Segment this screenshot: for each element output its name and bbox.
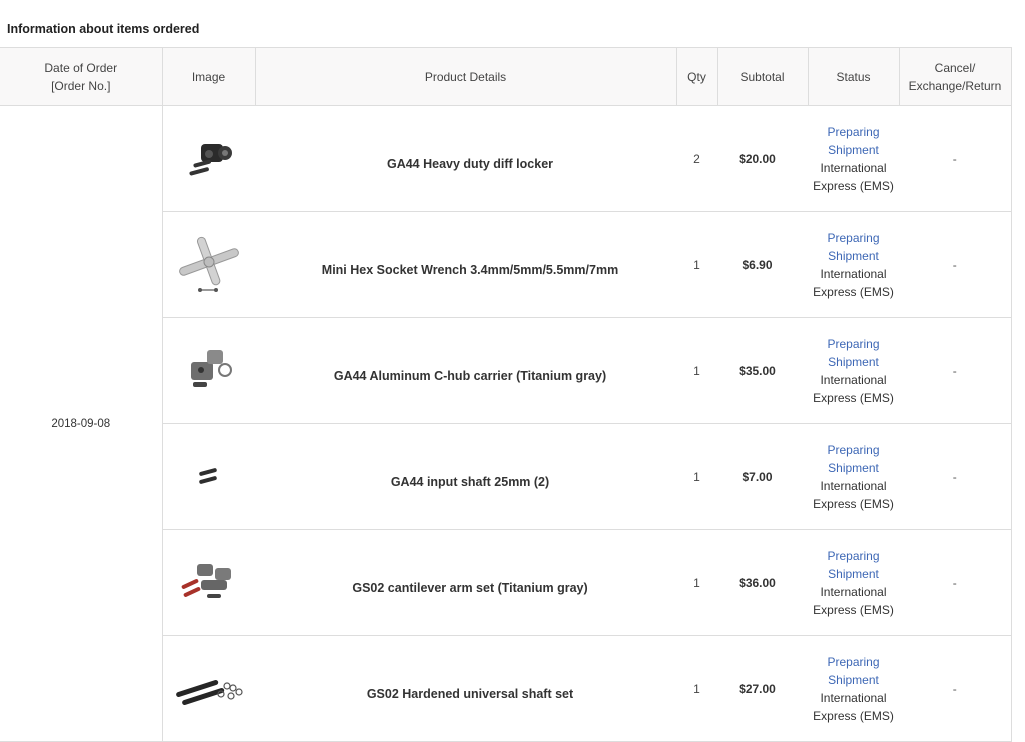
item-qty: 2: [676, 105, 717, 212]
cross-wrench-image: [178, 236, 239, 292]
header-qty: Qty: [675, 47, 717, 106]
status-link[interactable]: Preparing Shipment: [808, 441, 899, 477]
header-image: Image: [161, 47, 255, 106]
diff-locker-image: [189, 143, 232, 175]
item-subtotal: $36.00: [717, 529, 808, 636]
item-qty: 1: [676, 635, 717, 742]
shipping-method: International Express (EMS): [813, 584, 894, 617]
shipping-method: International Express (EMS): [813, 266, 894, 299]
status-link[interactable]: Preparing Shipment: [808, 335, 899, 371]
shipping-method: International Express (EMS): [813, 478, 894, 511]
item-qty: 1: [676, 211, 717, 318]
item-subtotal: $27.00: [717, 635, 808, 742]
shipping-method: International Express (EMS): [813, 160, 894, 193]
item-status: Preparing Shipment International Express (…: [808, 423, 899, 530]
product-name[interactable]: Mini Hex Socket Wrench 3.4mm/5mm/5.5mm/7…: [255, 211, 676, 318]
universal-shaft-image: [175, 679, 243, 705]
header-cancel: Cancel/Exchange/Return: [898, 47, 1012, 106]
product-image[interactable]: [162, 105, 255, 212]
cancel-exchange-return: -: [899, 635, 1012, 742]
item-status: Preparing Shipment International Express (…: [808, 211, 899, 318]
item-subtotal: $7.00: [717, 423, 808, 530]
product-image[interactable]: [162, 317, 255, 424]
status-link[interactable]: Preparing Shipment: [808, 229, 899, 265]
item-subtotal: $20.00: [717, 105, 808, 212]
header-product-details: Product Details: [254, 47, 676, 106]
product-name[interactable]: GS02 Hardened universal shaft set: [255, 635, 676, 742]
product-name[interactable]: GA44 Heavy duty diff locker: [255, 105, 676, 212]
product-image[interactable]: [162, 423, 255, 530]
status-link[interactable]: Preparing Shipment: [808, 547, 899, 583]
table-header-row: Date of Order [Order No.] Image Product D…: [0, 47, 1012, 106]
cancel-exchange-return: -: [899, 529, 1012, 636]
status-link[interactable]: Preparing Shipment: [808, 653, 899, 689]
shipping-method: International Express (EMS): [813, 690, 894, 723]
item-status: Preparing Shipment International Express (…: [808, 105, 899, 212]
item-status: Preparing Shipment International Express (…: [808, 529, 899, 636]
cancel-exchange-return: -: [899, 317, 1012, 424]
product-image[interactable]: [162, 529, 255, 636]
cancel-exchange-return: -: [899, 105, 1012, 212]
item-status: Preparing Shipment International Express (…: [808, 635, 899, 742]
header-subtotal: Subtotal: [716, 47, 808, 106]
header-status: Status: [807, 47, 899, 106]
item-status: Preparing Shipment International Express (…: [808, 317, 899, 424]
cantilever-arm-image: [181, 563, 231, 598]
c-hub-carrier-image: [190, 349, 232, 387]
product-name[interactable]: GA44 Aluminum C-hub carrier (Titanium gr…: [255, 317, 676, 424]
item-qty: 1: [676, 317, 717, 424]
item-subtotal: $35.00: [717, 317, 808, 424]
order-items-table: Date of Order [Order No.] Image Product D…: [0, 47, 1012, 742]
product-name[interactable]: GS02 cantilever arm set (Titanium gray): [255, 529, 676, 636]
product-image[interactable]: [162, 635, 255, 742]
input-shaft-image: [198, 467, 217, 484]
status-link[interactable]: Preparing Shipment: [808, 123, 899, 159]
item-qty: 1: [676, 529, 717, 636]
product-image[interactable]: [162, 211, 255, 318]
item-subtotal: $6.90: [717, 211, 808, 318]
shipping-method: International Express (EMS): [813, 372, 894, 405]
header-date: Date of Order [Order No.]: [0, 47, 162, 106]
item-qty: 1: [676, 423, 717, 530]
order-date: 2018-09-08: [0, 105, 163, 742]
table-row: 2018-09-08 GA44 Heavy duty diff locker 2…: [0, 105, 1012, 742]
cancel-exchange-return: -: [899, 423, 1012, 530]
cancel-exchange-return: -: [899, 211, 1012, 318]
section-title: Information about items ordered: [7, 22, 200, 36]
product-name[interactable]: GA44 input shaft 25mm (2): [255, 423, 676, 530]
